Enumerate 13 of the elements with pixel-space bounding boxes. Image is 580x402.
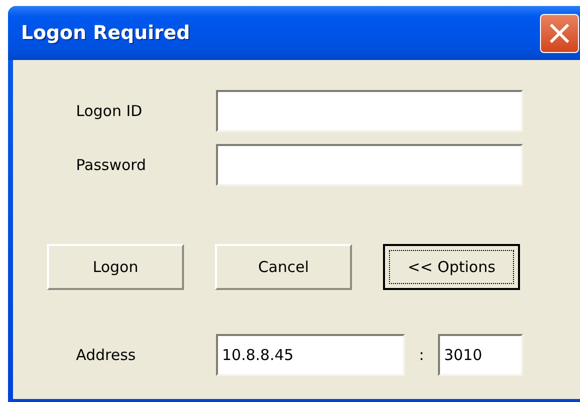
dialog-button[interactable]: << Options (383, 244, 520, 290)
port-field[interactable]: 3010 (438, 334, 523, 376)
dialog-button[interactable]: Cancel (215, 244, 352, 290)
field-label: Password (75, 156, 148, 174)
address-field[interactable]: 10.8.8.45 (216, 334, 405, 376)
input-field[interactable] (216, 90, 523, 132)
address-label: Address (75, 346, 137, 364)
port-separator: : (418, 346, 426, 364)
input-field[interactable] (216, 144, 523, 186)
close-button[interactable]: × (540, 14, 579, 52)
window-title: Logon Required (21, 22, 190, 44)
dialog-button[interactable]: Logon (47, 244, 184, 290)
field-label: Logon ID (75, 102, 144, 120)
